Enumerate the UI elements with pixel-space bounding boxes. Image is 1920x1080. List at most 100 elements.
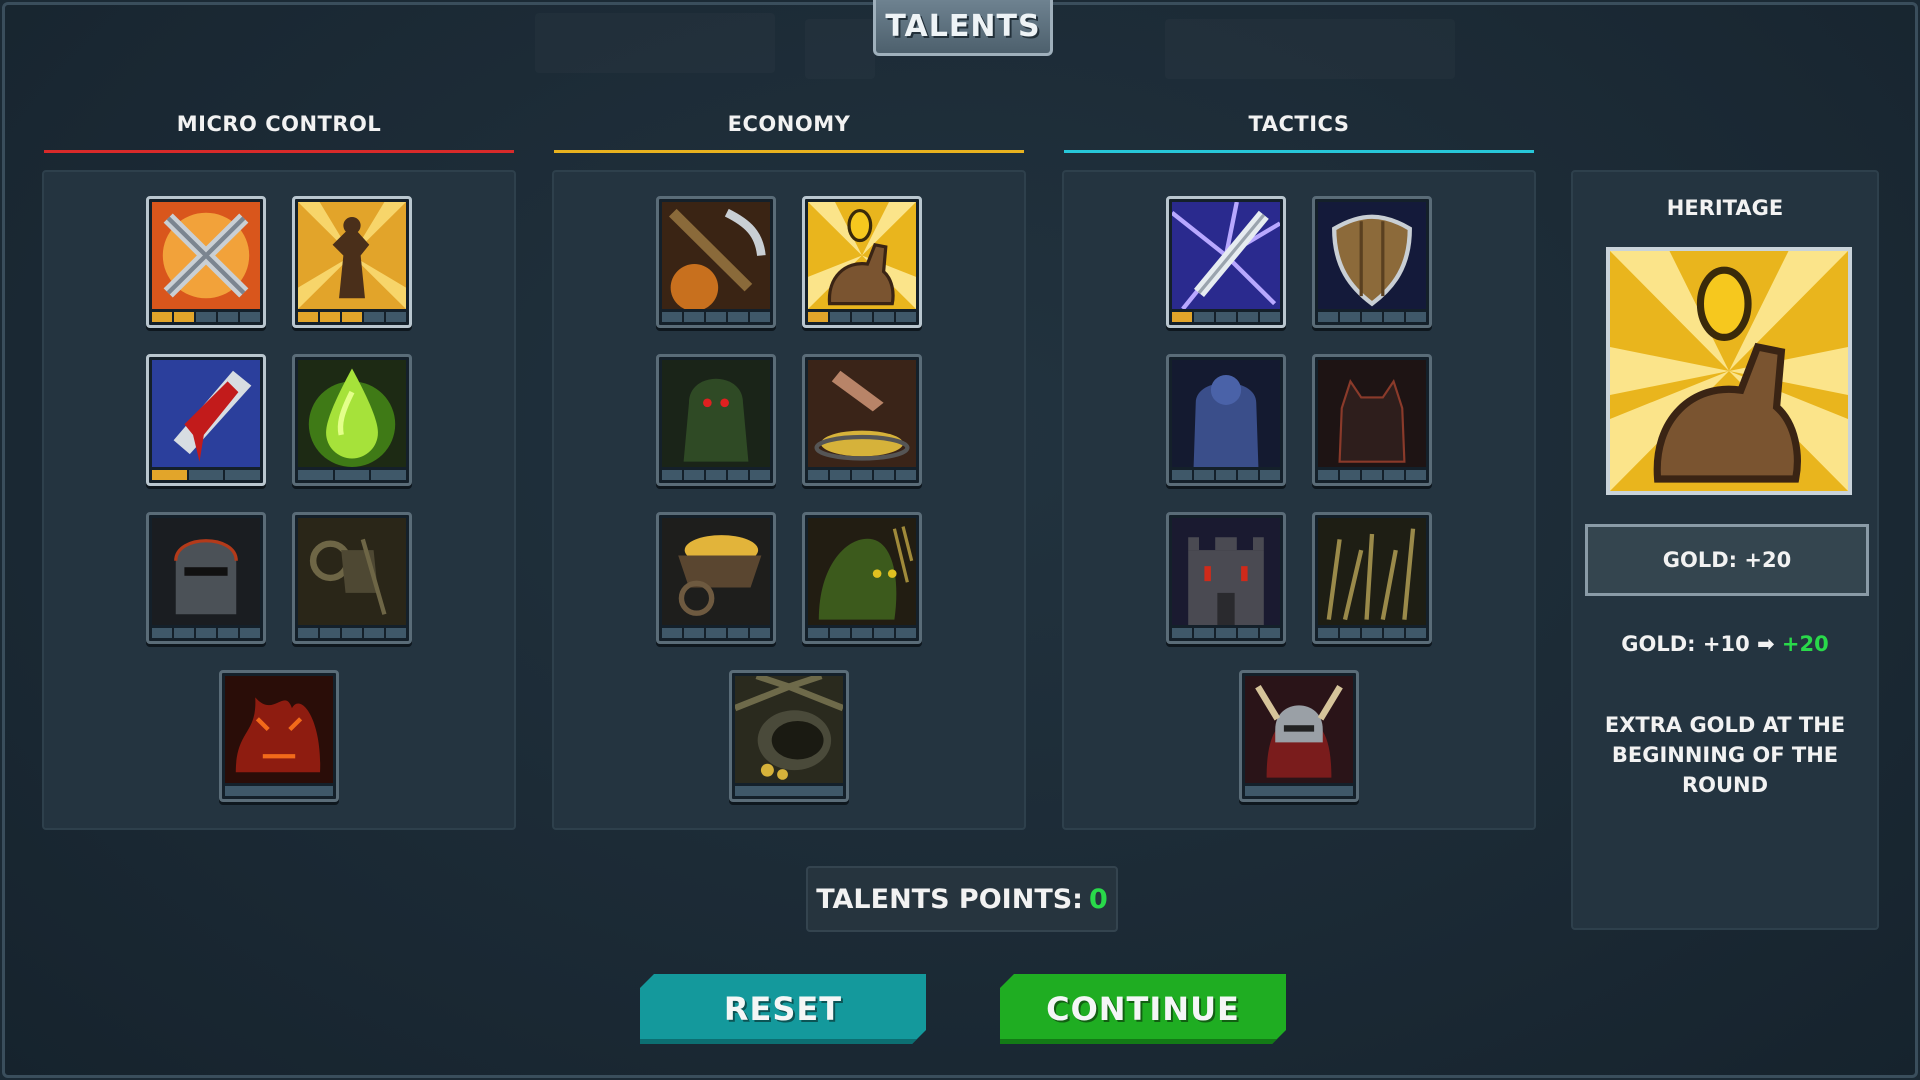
- level-pip: [662, 470, 682, 480]
- talent-level-pips: [152, 628, 260, 638]
- level-pip: [174, 312, 194, 322]
- level-pip: [1406, 470, 1426, 480]
- reset-button[interactable]: RESET: [640, 974, 926, 1044]
- castle-fortress-icon: [1172, 518, 1280, 625]
- economy-panel: [552, 170, 1026, 830]
- horned-demon-icon: [1318, 360, 1426, 467]
- level-pip: [1362, 470, 1382, 480]
- talent-tile[interactable]: [146, 512, 266, 644]
- talent-tile[interactable]: [292, 354, 412, 486]
- level-pip: [1172, 312, 1192, 322]
- talent-level-pips: [808, 470, 916, 480]
- level-pip: [684, 470, 704, 480]
- level-pip: [808, 312, 828, 322]
- talent-points-value: 0: [1088, 883, 1108, 915]
- continue-button[interactable]: CONTINUE: [1000, 974, 1286, 1044]
- level-pip: [808, 470, 828, 480]
- level-pip: [874, 470, 894, 480]
- level-pip: [706, 628, 726, 638]
- talent-level-pips: [1172, 628, 1280, 638]
- horned-knight-icon: [1245, 676, 1353, 783]
- talent-level-pips: [1172, 312, 1280, 322]
- talent-level-pips: [152, 470, 261, 480]
- talent-current-value: GOLD: +20: [1585, 524, 1869, 596]
- ram-skull-icon: [298, 518, 406, 625]
- fire-demon-icon: [225, 676, 333, 783]
- level-pip: [1216, 628, 1236, 638]
- talent-tile[interactable]: [729, 670, 849, 802]
- level-pip: [240, 628, 260, 638]
- talent-tile[interactable]: [1312, 354, 1432, 486]
- talent-tile[interactable]: [219, 670, 339, 802]
- level-pip: [1362, 312, 1382, 322]
- level-pip: [750, 470, 770, 480]
- hooded-thief-icon: [662, 360, 770, 467]
- talent-level-pips: [298, 470, 407, 480]
- talent-tile[interactable]: [146, 196, 266, 328]
- talent-tile[interactable]: [656, 354, 776, 486]
- talent-level-pips: [662, 470, 770, 480]
- level-pip: [225, 470, 261, 480]
- column-title-economy: ECONOMY: [727, 112, 851, 136]
- talent-tile[interactable]: [802, 196, 922, 328]
- level-pip: [174, 628, 194, 638]
- level-pip: [684, 312, 704, 322]
- level-pip: [808, 628, 828, 638]
- level-pip: [188, 470, 224, 480]
- talent-detail-panel: HERITAGE GOLD: +20 GOLD: +10 ➡ +20 EXTRA…: [1571, 170, 1879, 930]
- talent-level-pips: [298, 628, 406, 638]
- column-title-micro-control: MICRO CONTROL: [176, 112, 382, 136]
- level-pip: [728, 312, 748, 322]
- level-pip: [852, 312, 872, 322]
- talent-value-change: GOLD: +10 ➡ +20: [1573, 632, 1877, 656]
- column-title-tactics: TACTICS: [1248, 112, 1350, 136]
- gold-tray-icon: [808, 360, 916, 467]
- talent-tile[interactable]: [802, 512, 922, 644]
- talent-level-pips: [1318, 628, 1426, 638]
- talent-tile[interactable]: [146, 354, 266, 486]
- level-pip: [830, 470, 850, 480]
- level-pip: [1194, 312, 1214, 322]
- level-pip: [1406, 312, 1426, 322]
- talent-tile[interactable]: [292, 512, 412, 644]
- level-pip: [364, 312, 384, 322]
- talent-tile[interactable]: [1166, 354, 1286, 486]
- level-pip: [1406, 628, 1426, 638]
- level-pip: [852, 470, 872, 480]
- talent-tile[interactable]: [1166, 512, 1286, 644]
- talent-tile[interactable]: [1239, 670, 1359, 802]
- column-underline-tactics: [1064, 150, 1534, 153]
- talent-tile[interactable]: [1312, 196, 1432, 328]
- level-pip: [1384, 628, 1404, 638]
- level-pip: [371, 470, 407, 480]
- level-pip: [320, 312, 340, 322]
- talent-tile[interactable]: [802, 354, 922, 486]
- level-pip: [152, 312, 172, 322]
- talent-level-pips: [662, 312, 770, 322]
- level-pip: [1194, 470, 1214, 480]
- talent-tile[interactable]: [292, 196, 412, 328]
- level-pip: [218, 312, 238, 322]
- talent-tile[interactable]: [656, 196, 776, 328]
- level-pip: [1318, 628, 1338, 638]
- level-pip: [342, 312, 362, 322]
- treasure-pot-icon: [735, 676, 843, 783]
- bleeding-blade-icon: [152, 360, 260, 467]
- level-pip: [334, 470, 370, 480]
- window-title: TALENTS: [873, 0, 1053, 56]
- talent-points-display: TALENTS POINTS: 0: [806, 866, 1118, 932]
- coin-flip-icon: [808, 202, 916, 309]
- spike-field-icon: [1318, 518, 1426, 625]
- talent-tile[interactable]: [1166, 196, 1286, 328]
- level-pip: [896, 312, 916, 322]
- coin-flip-icon: [1606, 247, 1852, 495]
- level-pip: [1172, 628, 1192, 638]
- talent-tile[interactable]: [656, 512, 776, 644]
- level-pip: [1238, 628, 1258, 638]
- talent-tile[interactable]: [1312, 512, 1432, 644]
- talent-level-pips: [298, 312, 406, 322]
- talent-points-label: TALENTS POINTS:: [816, 883, 1083, 915]
- talent-level-pips: [1318, 470, 1426, 480]
- level-pip: [1384, 470, 1404, 480]
- column-underline-micro-control: [44, 150, 514, 153]
